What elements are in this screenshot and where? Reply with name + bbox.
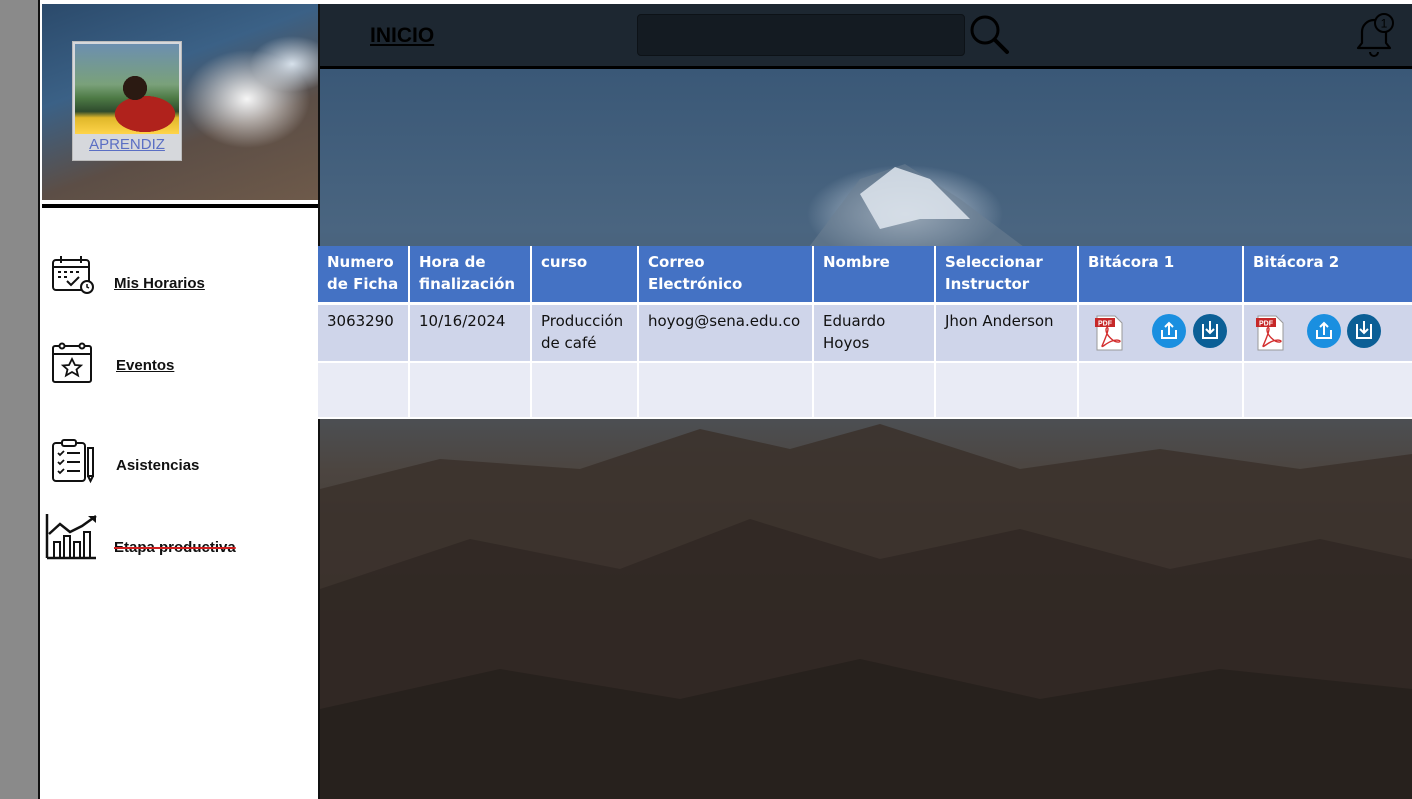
table-row-empty: [318, 362, 1412, 419]
profile-card[interactable]: APRENDIZ: [72, 41, 182, 161]
empty-cell: [1077, 362, 1243, 419]
column-header: Nombre: [812, 246, 935, 305]
top-bar: INICIO 1: [320, 4, 1412, 69]
notification-count: 1: [1381, 17, 1388, 31]
download-button[interactable]: [1192, 313, 1228, 349]
role-link[interactable]: APRENDIZ: [73, 136, 181, 153]
empty-cell: [934, 362, 1078, 419]
search-input[interactable]: [637, 14, 965, 56]
cell-hora: 10/16/2024: [408, 303, 531, 363]
sidebar-item-label: Eventos: [116, 357, 175, 374]
avatar: [75, 44, 179, 134]
empty-cell: [530, 362, 638, 419]
column-header: Bitácora 1: [1077, 246, 1243, 305]
upload-button[interactable]: [1151, 313, 1187, 349]
upload-button[interactable]: [1306, 313, 1342, 349]
column-header: curso: [530, 246, 638, 305]
sidebar-item-mis-horarios[interactable]: Mis Horarios: [42, 254, 318, 304]
empty-cell: [637, 362, 813, 419]
profile-header: APRENDIZ: [42, 4, 318, 208]
sidebar-item-etapa-productiva[interactable]: Etapa productiva: [42, 512, 318, 562]
column-header: Numero de Ficha: [318, 246, 409, 305]
cell-curso: Producción de café: [530, 303, 638, 363]
data-table: Numero de Ficha Hora de finalización cur…: [318, 246, 1412, 419]
cell-bitacora-1: PDF: [1077, 303, 1243, 363]
svg-text:PDF: PDF: [1098, 321, 1113, 328]
sidebar-item-asistencias[interactable]: Asistencias: [42, 438, 318, 488]
cell-nombre: Eduardo Hoyos: [812, 303, 935, 363]
sidebar-item-label: Etapa productiva: [114, 539, 236, 556]
sidebar: APRENDIZ Mis Horarios Eventos Asistencia…: [42, 4, 320, 799]
sidebar-item-label: Mis Horarios: [114, 275, 205, 292]
sidebar-item-eventos[interactable]: Eventos: [42, 340, 318, 390]
calendar-check-icon: [52, 256, 94, 294]
empty-cell: [408, 362, 531, 419]
column-header: Hora de finalización: [408, 246, 531, 305]
pdf-file-icon[interactable]: PDF: [1255, 315, 1285, 351]
clipboard-checklist-icon: [52, 439, 94, 484]
bell-icon[interactable]: 1: [1350, 12, 1396, 58]
left-edge-strip: [0, 0, 40, 799]
calendar-star-icon: [52, 342, 92, 383]
column-header: Correo Electrónico: [637, 246, 813, 305]
cell-ficha: 3063290: [318, 303, 409, 363]
table-row: 3063290 10/16/2024 Producción de café ho…: [318, 303, 1412, 363]
search-icon[interactable]: [968, 13, 1010, 55]
cell-bitacora-2: PDF: [1242, 303, 1412, 363]
download-button[interactable]: [1346, 313, 1382, 349]
chart-growth-icon: [45, 514, 97, 560]
empty-cell: [318, 362, 409, 419]
svg-text:PDF: PDF: [1259, 321, 1274, 328]
column-header: Bitácora 2: [1242, 246, 1412, 305]
home-link[interactable]: INICIO: [370, 24, 434, 48]
background-image: [320, 69, 1412, 799]
pdf-file-icon[interactable]: PDF: [1094, 315, 1124, 351]
cell-instructor[interactable]: Jhon Anderson: [934, 303, 1078, 363]
column-header: Seleccionar Instructor: [934, 246, 1078, 305]
sidebar-item-label: Asistencias: [116, 457, 200, 474]
table-header-row: Numero de Ficha Hora de finalización cur…: [318, 246, 1412, 305]
mountain-landscape: [320, 164, 1412, 799]
empty-cell: [1242, 362, 1412, 419]
empty-cell: [812, 362, 935, 419]
cell-correo: hoyog@sena.edu.co: [637, 303, 813, 363]
